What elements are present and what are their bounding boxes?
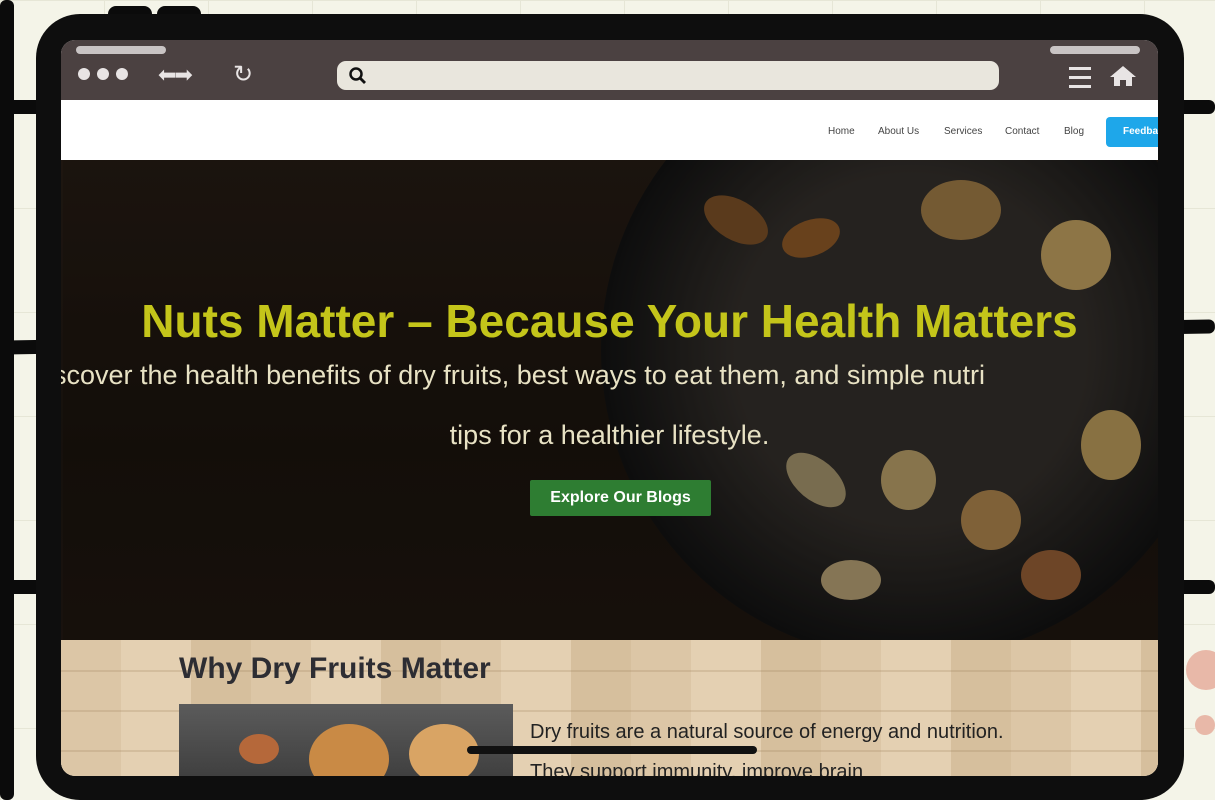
nav-about[interactable]: About Us — [878, 126, 919, 137]
browser-toolbar: ⬅➡ ↻ — [61, 40, 1158, 100]
search-icon — [349, 67, 366, 84]
nav-home[interactable]: Home — [828, 126, 855, 137]
hero-section: Nuts Matter – Because Your Health Matter… — [61, 160, 1158, 640]
reload-icon[interactable]: ↻ — [233, 60, 253, 89]
hero-subtitle: tips for a healthier lifestyle. — [449, 420, 770, 450]
nav-blog[interactable]: Blog — [1064, 126, 1084, 137]
nav-contact[interactable]: Contact — [1005, 126, 1039, 137]
background-stripe — [0, 0, 14, 800]
nut — [239, 734, 279, 764]
hero-title: Nuts Matter – Because Your Health Matter… — [141, 295, 1078, 347]
section-heading: Why Dry Fruits Matter — [179, 652, 491, 685]
dots-icon[interactable] — [78, 68, 128, 80]
explore-blogs-button[interactable]: Explore Our Blogs — [530, 480, 711, 516]
nut — [309, 724, 389, 776]
paint-splash — [1195, 715, 1215, 735]
toolbar-pill — [76, 46, 166, 54]
back-forward-icon[interactable]: ⬅➡ — [158, 62, 193, 88]
dry-fruits-image — [179, 704, 513, 776]
address-bar[interactable] — [337, 61, 999, 90]
home-icon[interactable] — [1108, 64, 1138, 88]
screen: ⬅➡ ↻ Home About Us Services Contact Blog… — [61, 40, 1158, 776]
toolbar-pill — [1050, 46, 1140, 54]
site-navbar: Home About Us Services Contact Blog Feed… — [61, 100, 1158, 160]
hero-subtitle: scover the health benefits of dry fruits… — [61, 360, 985, 390]
nav-services[interactable]: Services — [944, 126, 982, 137]
section-paragraph: Dry fruits are a natural source of energ… — [530, 721, 1004, 776]
home-indicator — [467, 746, 757, 754]
hero-overlay — [61, 160, 1158, 640]
feedback-button[interactable]: Feedba — [1106, 117, 1158, 147]
menu-icon[interactable] — [1069, 67, 1091, 94]
